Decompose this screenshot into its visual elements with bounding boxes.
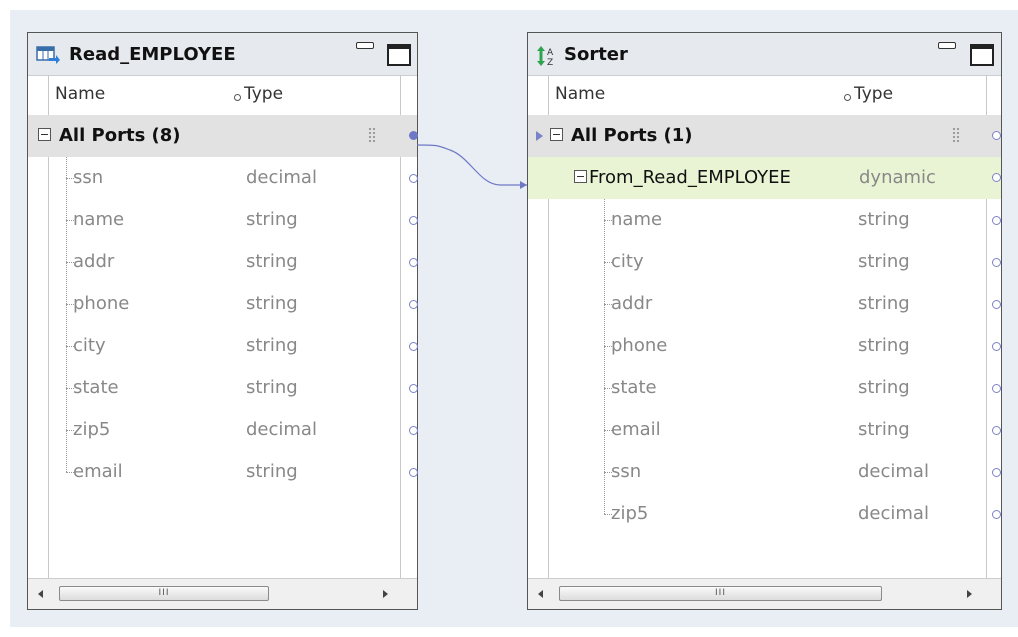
port-link[interactable] [0, 0, 1018, 637]
